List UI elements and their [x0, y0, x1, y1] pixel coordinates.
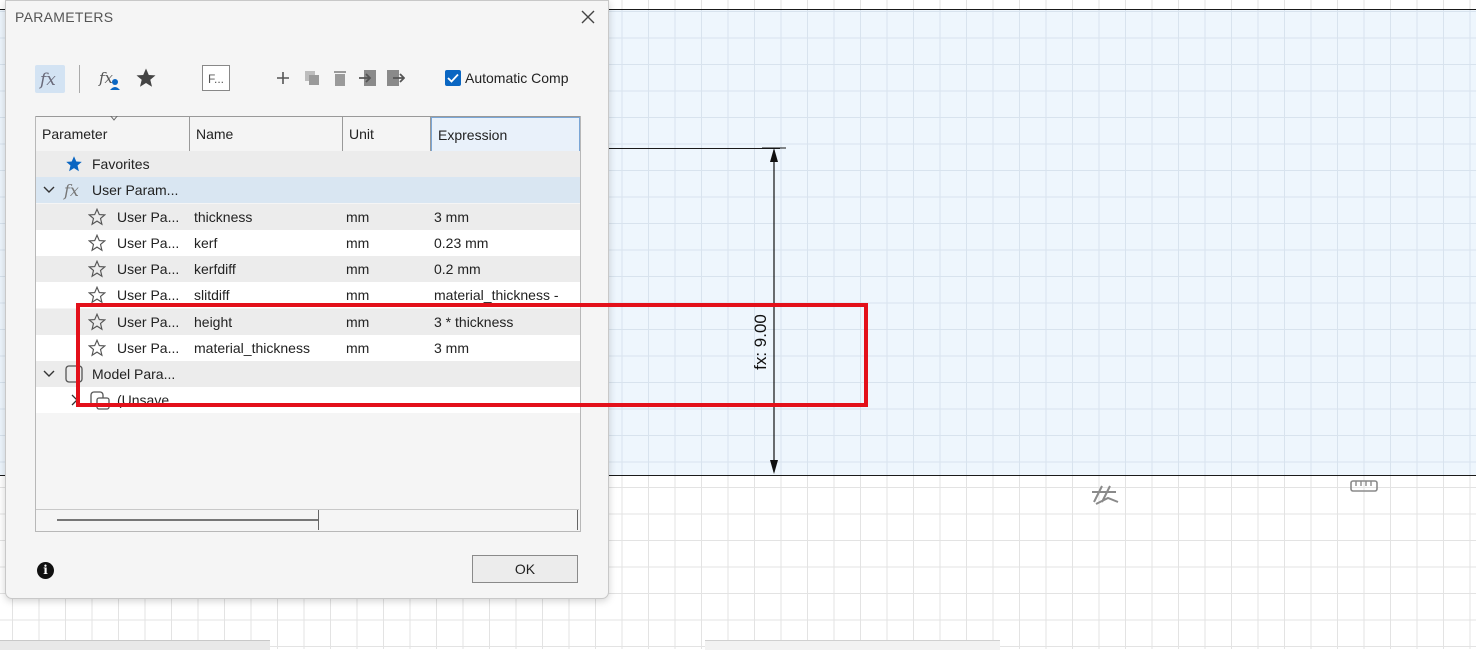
export-icon[interactable] [385, 68, 405, 88]
expression-cell[interactable]: 0.2 mm [434, 256, 580, 282]
scrollbar-divider [318, 510, 319, 530]
user-parameters-button[interactable]: fx [98, 65, 124, 93]
group-label: User Param... [92, 182, 179, 198]
favorites-group-row[interactable]: Favorites [36, 151, 580, 177]
horizontal-scrollbar[interactable] [36, 509, 579, 531]
sort-caret-icon [110, 116, 118, 121]
auto-compute-label[interactable]: Automatic Comp [465, 70, 575, 88]
expression-cell[interactable]: 3 mm [434, 335, 580, 361]
fx-icon: fx [63, 181, 79, 200]
name-cell[interactable]: height [194, 309, 340, 335]
star-outline-icon[interactable] [88, 313, 106, 331]
star-outline-icon[interactable] [88, 208, 106, 226]
param-type-cell: User Pa... [117, 314, 180, 330]
all-parameters-button[interactable]: fx [35, 65, 65, 93]
unit-cell[interactable]: mm [346, 230, 426, 256]
ok-button[interactable]: OK [472, 555, 578, 583]
star-outline-icon[interactable] [88, 260, 106, 278]
star-outline-icon[interactable] [88, 286, 106, 304]
param-type-cell: User Pa... [117, 235, 180, 251]
param-type-cell: User Pa... [117, 209, 180, 225]
ruler-icon[interactable] [1349, 478, 1379, 494]
svg-text:fx: fx [98, 69, 114, 87]
star-icon [66, 156, 82, 172]
svg-text:fx: fx [38, 70, 56, 90]
item-label: (Unsave... [117, 392, 181, 408]
name-cell[interactable]: material_thickness [194, 335, 340, 361]
unit-cell[interactable]: mm [346, 282, 426, 308]
unit-cell[interactable]: mm [346, 256, 426, 282]
component-icon [65, 365, 83, 383]
parameters-table: Parameter Name Unit Expression Favorites… [35, 116, 581, 532]
parameters-dialog: PARAMETERS fx fx F... Automatic Comp Par… [5, 0, 609, 599]
user-params-group-row[interactable]: fx User Param... [36, 177, 580, 203]
name-cell[interactable]: thickness [194, 204, 340, 230]
scrollbar-end [577, 510, 578, 530]
unsaved-item-row[interactable]: (Unsave... [36, 387, 580, 413]
component-icon [90, 391, 110, 410]
trash-icon[interactable] [332, 69, 348, 87]
param-type-cell: User Pa... [117, 287, 180, 303]
filter-input[interactable]: F... [202, 65, 230, 91]
expression-cell[interactable]: 3 mm [434, 204, 580, 230]
column-header-parameter[interactable]: Parameter [36, 116, 190, 152]
import-icon[interactable] [358, 68, 378, 88]
unit-cell[interactable]: mm [346, 204, 426, 230]
param-type-cell: User Pa... [117, 340, 180, 356]
expression-cell[interactable]: 3 * thickness [434, 309, 580, 335]
star-outline-icon[interactable] [88, 339, 106, 357]
copy-icon[interactable] [303, 69, 321, 87]
star-icon [136, 68, 156, 87]
name-cell[interactable]: kerf [194, 230, 340, 256]
name-cell[interactable]: slitdiff [194, 282, 340, 308]
column-label: Parameter [42, 126, 108, 142]
svg-text:fx: fx [63, 181, 79, 200]
table-row[interactable]: User Pa... slitdiff mm material_thicknes… [36, 282, 580, 308]
scrollbar-thumb[interactable] [57, 519, 319, 521]
dimension-arrow[interactable] [740, 140, 820, 480]
check-icon [447, 73, 459, 83]
param-type-cell: User Pa... [117, 261, 180, 277]
star-outline-icon[interactable] [88, 234, 106, 252]
column-header-unit[interactable]: Unit [343, 117, 431, 152]
plus-icon[interactable] [275, 70, 291, 86]
fx-icon: fx [38, 70, 56, 90]
expression-cell[interactable]: 0.23 mm [434, 230, 580, 256]
name-cell[interactable]: kerfdiff [194, 256, 340, 282]
group-label: Model Para... [92, 366, 176, 382]
chevron-down-icon[interactable] [41, 177, 57, 203]
dialog-title: PARAMETERS [15, 9, 114, 25]
table-row[interactable]: User Pa... material_thickness mm 3 mm [36, 335, 580, 361]
constraint-icon[interactable] [1088, 478, 1122, 508]
favorites-button[interactable] [135, 67, 157, 89]
expression-cell[interactable]: material_thickness - [434, 282, 580, 308]
table-row[interactable]: User Pa... kerfdiff mm 0.2 mm [36, 256, 580, 282]
column-header-expression[interactable]: Expression [431, 117, 580, 152]
table-row[interactable]: User Pa... height mm 3 * thickness [36, 309, 580, 335]
close-icon[interactable] [578, 7, 598, 27]
unit-cell[interactable]: mm [346, 309, 426, 335]
table-row[interactable]: User Pa... thickness mm 3 mm [36, 204, 580, 230]
auto-compute-checkbox[interactable] [445, 70, 461, 86]
chevron-right-icon[interactable] [66, 387, 82, 413]
dimension-label[interactable]: fx: 9.00 [751, 314, 771, 370]
column-header-name[interactable]: Name [190, 117, 343, 152]
table-header: Parameter Name Unit Expression [36, 116, 580, 153]
info-icon[interactable]: i [37, 562, 54, 579]
model-params-group-row[interactable]: Model Para... [36, 361, 580, 387]
toolbar-divider [79, 65, 80, 93]
unit-cell[interactable]: mm [346, 335, 426, 361]
chevron-down-icon[interactable] [41, 361, 57, 387]
group-label: Favorites [92, 156, 150, 172]
user-fx-icon: fx [98, 69, 120, 90]
table-row[interactable]: User Pa... kerf mm 0.23 mm [36, 230, 580, 256]
